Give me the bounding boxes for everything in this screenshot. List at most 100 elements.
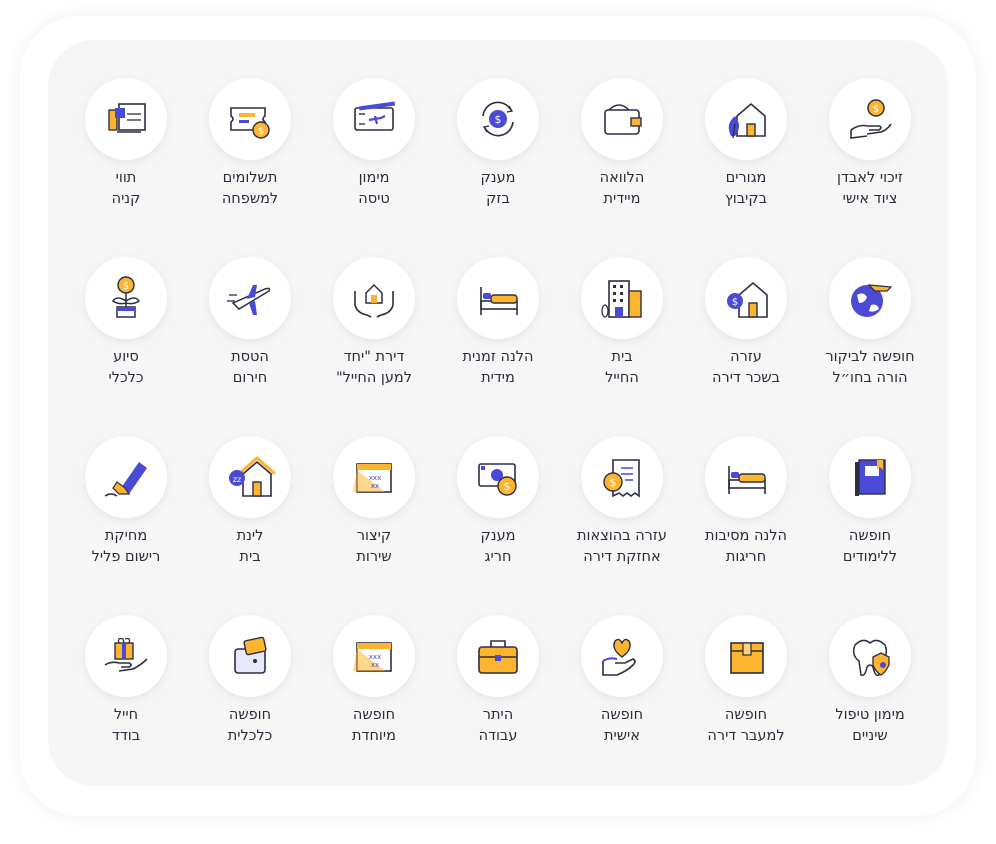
benefit-label-line-2: שיניים — [852, 728, 888, 744]
benefit-label-line-2: ללימודים — [842, 549, 898, 565]
banknote-coin-icon: $ — [457, 436, 539, 518]
benefit-tile[interactable]: zz לינת בית — [188, 436, 312, 615]
benefit-label-line-2: בית — [239, 549, 261, 565]
benefit-tile[interactable]: $ סיוע כלכלי — [64, 257, 188, 436]
benefit-label-line-2: חריג — [484, 549, 512, 565]
box-icon — [705, 615, 787, 697]
benefit-label-line-2: כלכלית — [227, 728, 273, 744]
benefit-label: חופשה כלכלית — [188, 705, 312, 747]
benefit-label: חופשה מיוחדת — [312, 705, 436, 747]
benefit-tile[interactable]: בית החייל — [560, 257, 684, 436]
benefit-label-line-2: רישום פליל — [91, 549, 161, 565]
benefit-tile[interactable]: תווי קניה — [64, 78, 188, 257]
benefit-label-line-1: תשלומים — [222, 170, 278, 186]
benefit-label-line-1: מימון — [358, 170, 390, 186]
house-leaf-icon — [705, 78, 787, 160]
benefit-label-line-2: בזק — [486, 191, 510, 207]
benefit-label-line-1: חופשה — [600, 707, 644, 723]
benefit-tile[interactable]: חייל בודד — [64, 615, 188, 794]
benefit-tile[interactable]: חופשה אישית — [560, 615, 684, 794]
benefit-tile[interactable]: הלנה זמנית מידית — [436, 257, 560, 436]
benefits-grid: $ זיכוי לאבדן ציוד אישי מגורים בקיבוץ הלוואה מ… — [64, 78, 932, 768]
payment-ticket-icon: $ — [209, 78, 291, 160]
benefit-label-line-2: מידית — [481, 370, 515, 386]
benefit-label: מחיקת רישום פליל — [64, 526, 188, 568]
svg-text:xx: xx — [371, 661, 379, 669]
benefit-label-line-1: עזרה בהוצאות — [577, 528, 667, 544]
benefit-label-line-1: סיוע — [113, 349, 139, 365]
benefit-label-line-1: חייל — [113, 707, 139, 723]
benefit-label-line-2: מיידית — [603, 191, 641, 207]
svg-text:xxx: xxx — [369, 653, 381, 661]
benefit-label-line-1: קיצור — [356, 528, 392, 544]
benefit-label: מגורים בקיבוץ — [684, 168, 808, 210]
hand-gift-icon — [85, 615, 167, 697]
svg-text:$: $ — [495, 113, 502, 126]
benefit-label-line-2: בודד — [111, 728, 141, 744]
benefit-label: דירת "יחד למען החייל" — [312, 347, 436, 389]
benefit-label: היתר עבודה — [436, 705, 560, 747]
benefit-tile[interactable]: הלנה מסיבות חריגות — [684, 436, 808, 615]
benefit-label-line-2: אחזקת דירה — [583, 549, 661, 565]
benefit-label-line-2: אישית — [604, 728, 640, 744]
hand-heart-icon — [581, 615, 663, 697]
svg-text:$: $ — [610, 476, 617, 489]
benefit-label-line-1: חופשה — [352, 707, 396, 723]
benefit-tile[interactable]: $ תשלומים למשפחה — [188, 78, 312, 257]
benefit-tile[interactable]: xxx xx חופשה מיוחדת — [312, 615, 436, 794]
svg-text:$: $ — [504, 480, 511, 493]
benefit-label-line-1: בית — [611, 349, 633, 365]
benefit-label-line-2: בשכר דירה — [712, 370, 780, 386]
benefit-tile[interactable]: דירת "יחד למען החייל" — [312, 257, 436, 436]
benefit-label-line-2: מיוחדת — [352, 728, 396, 744]
eraser-icon — [85, 436, 167, 518]
benefit-label-line-2: חירום — [232, 370, 268, 386]
benefit-label-line-1: היתר — [482, 707, 514, 723]
benefit-tile[interactable]: $ זיכוי לאבדן ציוד אישי — [808, 78, 932, 257]
benefit-label-line-2: ציוד אישי — [842, 191, 898, 207]
benefit-label: תשלומים למשפחה — [188, 168, 312, 210]
svg-text:$: $ — [123, 281, 129, 292]
benefit-label: בית החייל — [560, 347, 684, 389]
benefit-tile[interactable]: $ מענק חריג — [436, 436, 560, 615]
benefit-label-line-2: כלכלי — [108, 370, 144, 386]
benefit-label: חופשה לביקור הורה בחו״ל — [808, 347, 932, 389]
benefit-label-line-2: עבודה — [478, 728, 518, 744]
svg-text:zz: zz — [233, 475, 241, 484]
benefit-tile[interactable]: $ מענק בזק — [436, 78, 560, 257]
benefit-tile[interactable]: הלוואה מיידית — [560, 78, 684, 257]
house-sleep-icon: zz — [209, 436, 291, 518]
tooth-icon — [829, 615, 911, 697]
benefit-tile[interactable]: הטסת חירום — [188, 257, 312, 436]
benefit-tile[interactable]: xxx xx קיצור שירות — [312, 436, 436, 615]
benefit-label: עזרה בהוצאות אחזקת דירה — [560, 526, 684, 568]
benefit-label-line-1: מגורים — [725, 170, 767, 186]
benefit-tile[interactable]: חופשה לביקור הורה בחו״ל — [808, 257, 932, 436]
benefit-tile[interactable]: $ עזרה בהוצאות אחזקת דירה — [560, 436, 684, 615]
benefit-tile[interactable]: $ עזרה בשכר דירה — [684, 257, 808, 436]
benefit-label-line-1: זיכוי לאבדן — [837, 170, 903, 186]
house-coin-icon: $ — [705, 257, 787, 339]
benefit-label: מענק חריג — [436, 526, 560, 568]
benefit-label: הלנה מסיבות חריגות — [684, 526, 808, 568]
benefit-label-line-2: שירות — [356, 549, 392, 565]
benefit-label-line-2: טיסה — [358, 191, 390, 207]
benefit-label: הלוואה מיידית — [560, 168, 684, 210]
benefit-tile[interactable]: היתר עבודה — [436, 615, 560, 794]
benefit-tile[interactable]: מימון טיפול שיניים — [808, 615, 932, 794]
benefit-label-line-1: לינת — [236, 528, 264, 544]
benefit-tile[interactable]: חופשה למעבר דירה — [684, 615, 808, 794]
benefit-label-line-1: חופשה — [848, 528, 892, 544]
benefit-tile[interactable]: מחיקת רישום פליל — [64, 436, 188, 615]
benefit-label-line-1: הלנה מסיבות — [705, 528, 787, 544]
wallet-card-icon — [209, 615, 291, 697]
benefit-label: מימון טיפול שיניים — [808, 705, 932, 747]
benefit-tile[interactable]: חופשה ללימודים — [808, 436, 932, 615]
benefit-tile[interactable]: מימון טיסה — [312, 78, 436, 257]
benefit-tile[interactable]: מגורים בקיבוץ — [684, 78, 808, 257]
money-plant-icon: $ — [85, 257, 167, 339]
benefit-tile[interactable]: חופשה כלכלית — [188, 615, 312, 794]
benefit-label-line-1: חופשה לביקור — [825, 349, 915, 365]
calendar-icon: xxx xx — [333, 436, 415, 518]
benefit-label-line-2: הורה בחו״ל — [832, 370, 908, 386]
